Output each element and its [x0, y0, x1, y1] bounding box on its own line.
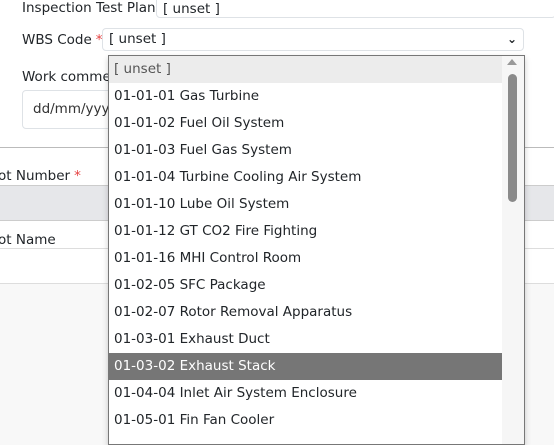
- lot-name-label: ot Name: [0, 232, 56, 248]
- dropdown-option[interactable]: 01-01-03 Fuel Gas System: [109, 137, 502, 164]
- dropdown-option[interactable]: 01-01-16 MHI Control Room: [109, 245, 502, 272]
- dropdown-option[interactable]: 01-05-01 Fin Fan Cooler: [109, 407, 502, 434]
- dropdown-option[interactable]: 01-01-01 Gas Turbine: [109, 83, 502, 110]
- dropdown-option[interactable]: 01-04-04 Inlet Air System Enclosure: [109, 380, 502, 407]
- work-commencement-label: Work commen: [22, 69, 120, 85]
- dropdown-option[interactable]: 01-02-05 SFC Package: [109, 272, 502, 299]
- dropdown-option[interactable]: 01-01-10 Lube Oil System: [109, 191, 502, 218]
- dropdown-option[interactable]: [ unset ]: [109, 56, 502, 83]
- scroll-up-arrow-icon[interactable]: [507, 59, 517, 65]
- dropdown-option[interactable]: 01-01-02 Fuel Oil System: [109, 110, 502, 137]
- dropdown-option[interactable]: 01-03-02 Exhaust Stack: [109, 353, 502, 380]
- itp-value: [ unset ]: [163, 1, 220, 17]
- scrollbar-thumb[interactable]: [508, 74, 517, 202]
- wbs-code-value: [ unset ]: [109, 31, 166, 47]
- lot-number-label: ot Number *: [0, 168, 81, 184]
- dropdown-option[interactable]: 01-01-04 Turbine Cooling Air System: [109, 164, 502, 191]
- wbs-code-select[interactable]: [ unset ] ⌄: [102, 28, 524, 51]
- dropdown-option[interactable]: 01-02-07 Rotor Removal Apparatus: [109, 299, 502, 326]
- itp-select[interactable]: [ unset ]: [156, 0, 554, 18]
- scrollbar[interactable]: [502, 56, 524, 444]
- chevron-down-icon: ⌄: [506, 32, 517, 46]
- dropdown-option[interactable]: 01-01-12 GT CO2 Fire Fighting: [109, 218, 502, 245]
- wbs-code-dropdown-list[interactable]: [ unset ] 01-01-01 Gas Turbine 01-01-02 Fu…: [108, 55, 525, 445]
- dropdown-option[interactable]: 01-03-01 Exhaust Duct: [109, 326, 502, 353]
- itp-label: Inspection Test Plan: [22, 0, 156, 16]
- wbs-code-label: WBS Code *: [22, 32, 103, 48]
